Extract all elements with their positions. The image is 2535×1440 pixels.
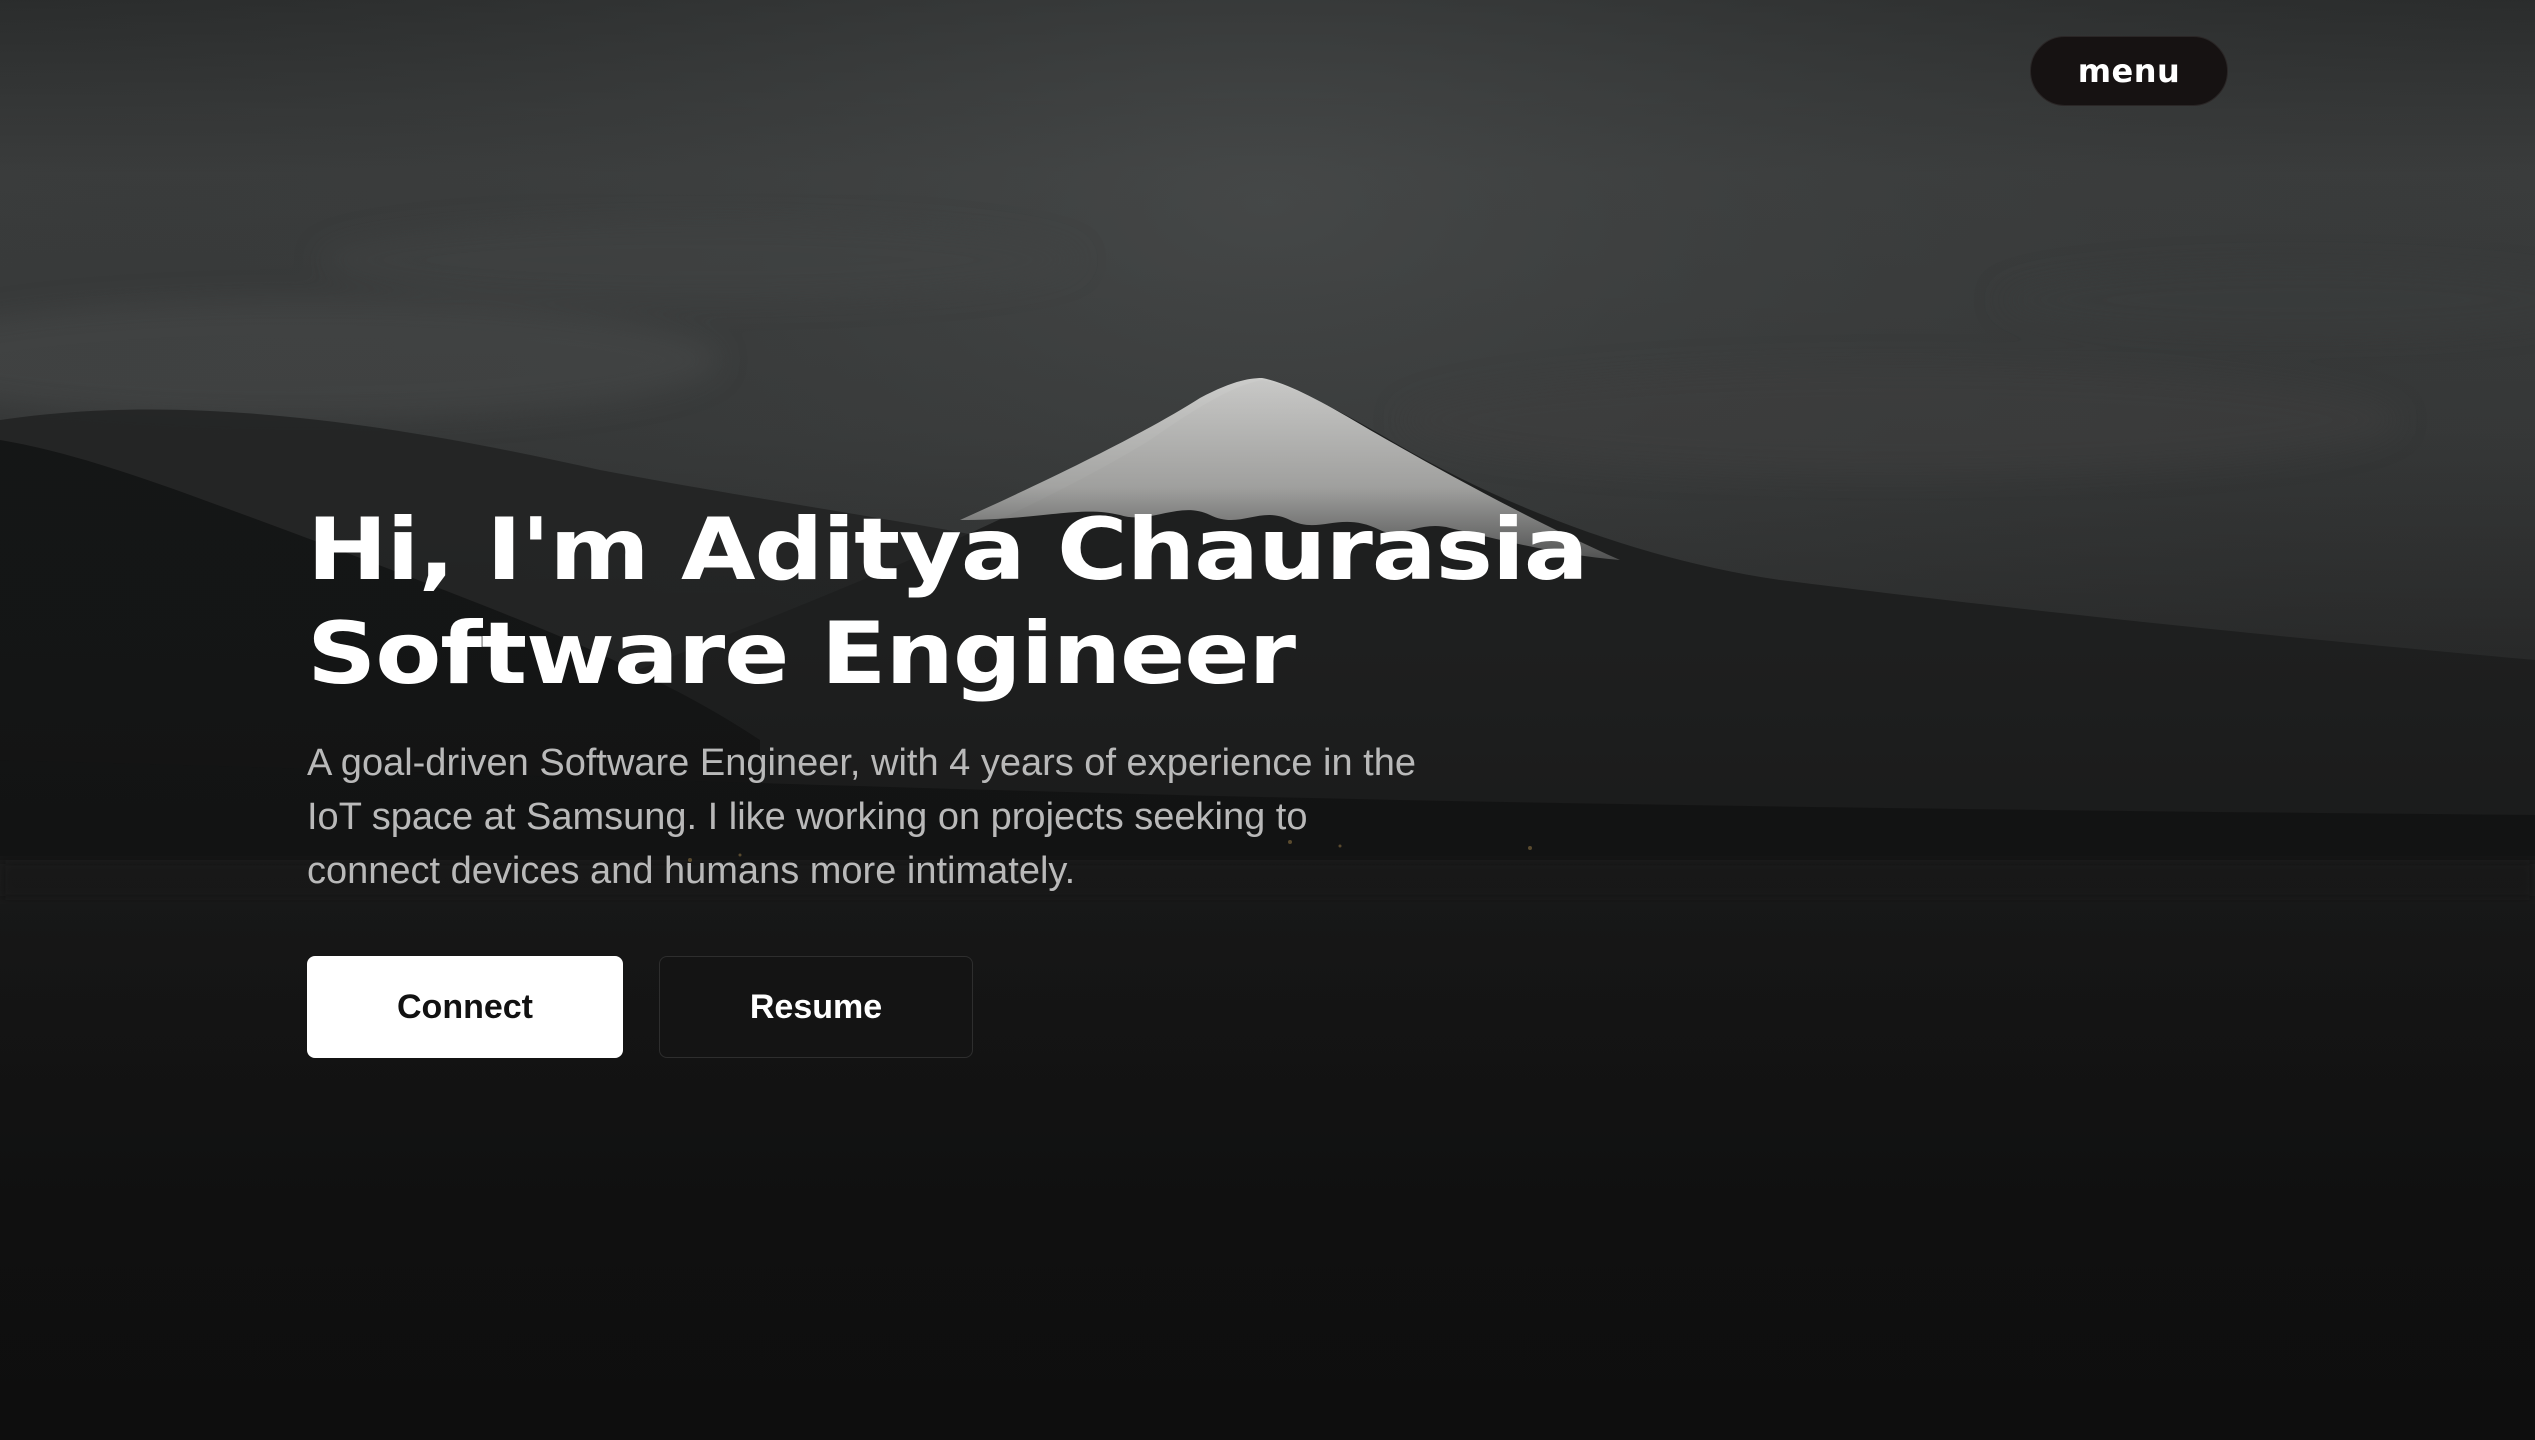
hero-title: Hi, I'm Aditya Chaurasia Software Engine… — [307, 498, 1651, 706]
resume-button[interactable]: Resume — [659, 956, 973, 1058]
hero-description: A goal-driven Software Engineer, with 4 … — [307, 742, 1416, 892]
hero-title-role: Software Engineer — [307, 604, 1296, 704]
hero-title-greeting: Hi, I'm Aditya Chaurasia — [307, 500, 1589, 600]
connect-button[interactable]: Connect — [307, 956, 623, 1058]
hero-actions: Connect Resume — [307, 956, 973, 1058]
page: menu Hi, I'm Aditya Chaurasia Software E… — [0, 0, 2535, 1440]
hero-section: Hi, I'm Aditya Chaurasia Software Engine… — [307, 498, 1589, 898]
menu-button[interactable]: menu — [2030, 36, 2228, 106]
